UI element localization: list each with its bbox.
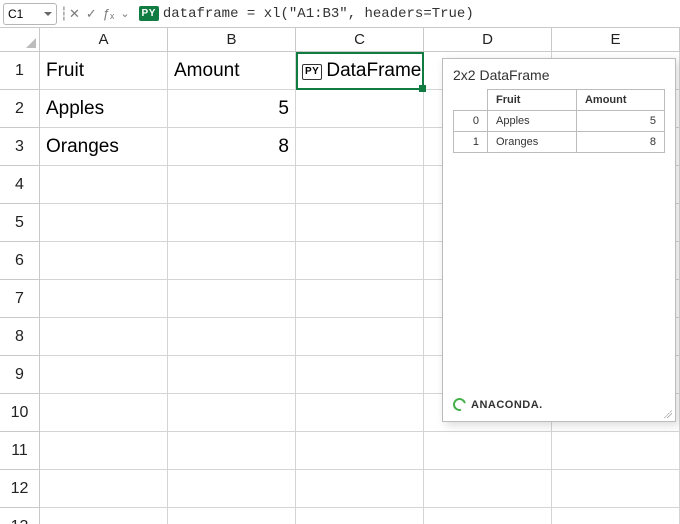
row-header-12[interactable]: 12: [0, 470, 40, 508]
cell-B1[interactable]: Amount: [168, 52, 296, 90]
cell-A8[interactable]: [40, 318, 168, 356]
anaconda-logo-icon: [451, 396, 469, 414]
cell-C4[interactable]: [296, 166, 424, 204]
py-dropdown-caret-icon[interactable]: ⌄: [117, 7, 132, 20]
row-header-4[interactable]: 4: [0, 166, 40, 204]
row-header-8[interactable]: 8: [0, 318, 40, 356]
formula-bar: C1 ┆ ✕ ✓ ƒₓ ⌄ PY dataframe = xl("A1:B3",…: [0, 0, 680, 28]
cell-C1[interactable]: PYDataFrame: [296, 52, 424, 90]
cell-C2[interactable]: [296, 90, 424, 128]
cell-A5[interactable]: [40, 204, 168, 242]
cell-D11[interactable]: [424, 432, 552, 470]
row-headers: 1 2 3 4 5 6 7 8 9 10 11 12 13: [0, 52, 40, 524]
cell-B12[interactable]: [168, 470, 296, 508]
col-header-B[interactable]: B: [168, 28, 296, 52]
cell-C11[interactable]: [296, 432, 424, 470]
name-box-ref: C1: [8, 7, 23, 21]
chevron-down-icon: [44, 12, 52, 16]
resize-grip-icon[interactable]: [662, 408, 672, 418]
row-header-5[interactable]: 5: [0, 204, 40, 242]
cell-C10[interactable]: [296, 394, 424, 432]
cell-A7[interactable]: [40, 280, 168, 318]
anaconda-brand: ANACONDA.: [453, 398, 543, 411]
cell-A9[interactable]: [40, 356, 168, 394]
select-all-corner[interactable]: [0, 28, 40, 52]
df-col-fruit: Fruit: [488, 90, 577, 111]
df-cell: Apples: [488, 111, 577, 132]
name-box[interactable]: C1: [3, 3, 57, 25]
row-header-1[interactable]: 1: [0, 52, 40, 90]
cell-A4[interactable]: [40, 166, 168, 204]
cell-A10[interactable]: [40, 394, 168, 432]
dataframe-preview-popover: 2x2 DataFrame Fruit Amount 0 Apples 5 1 …: [442, 58, 676, 422]
cell-E11[interactable]: [552, 432, 680, 470]
row-header-9[interactable]: 9: [0, 356, 40, 394]
row-header-11[interactable]: 11: [0, 432, 40, 470]
popover-title: 2x2 DataFrame: [443, 59, 675, 89]
cell-C1-text: DataFrame: [326, 60, 421, 81]
cell-C13[interactable]: [296, 508, 424, 524]
df-col-amount: Amount: [576, 90, 664, 111]
cell-B11[interactable]: [168, 432, 296, 470]
cell-B3[interactable]: 8: [168, 128, 296, 166]
cancel-icon[interactable]: ✕: [66, 6, 83, 22]
cell-B4[interactable]: [168, 166, 296, 204]
row-header-13[interactable]: 13: [0, 508, 40, 524]
cell-E13[interactable]: [552, 508, 680, 524]
cell-C8[interactable]: [296, 318, 424, 356]
col-header-D[interactable]: D: [424, 28, 552, 52]
df-index-header: [454, 90, 488, 111]
accept-icon[interactable]: ✓: [83, 6, 100, 22]
cell-B6[interactable]: [168, 242, 296, 280]
row-header-2[interactable]: 2: [0, 90, 40, 128]
row-header-6[interactable]: 6: [0, 242, 40, 280]
cell-B2[interactable]: 5: [168, 90, 296, 128]
cell-A13[interactable]: [40, 508, 168, 524]
cell-C7[interactable]: [296, 280, 424, 318]
table-row: 1 Oranges 8: [454, 132, 665, 153]
col-header-C[interactable]: C: [296, 28, 424, 52]
cell-D12[interactable]: [424, 470, 552, 508]
python-badge: PY: [139, 6, 159, 21]
cell-A6[interactable]: [40, 242, 168, 280]
cell-A1[interactable]: Fruit: [40, 52, 168, 90]
cell-B5[interactable]: [168, 204, 296, 242]
cell-B13[interactable]: [168, 508, 296, 524]
col-header-A[interactable]: A: [40, 28, 168, 52]
df-cell: 5: [576, 111, 664, 132]
formula-input[interactable]: dataframe = xl("A1:B3", headers=True): [163, 6, 474, 22]
cell-B7[interactable]: [168, 280, 296, 318]
table-row: 0 Apples 5: [454, 111, 665, 132]
anaconda-text: ANACONDA.: [471, 399, 543, 411]
row-header-7[interactable]: 7: [0, 280, 40, 318]
cell-A12[interactable]: [40, 470, 168, 508]
cell-D13[interactable]: [424, 508, 552, 524]
col-header-E[interactable]: E: [552, 28, 680, 52]
df-idx-1: 1: [454, 132, 488, 153]
cell-B9[interactable]: [168, 356, 296, 394]
dataframe-table: Fruit Amount 0 Apples 5 1 Oranges 8: [453, 89, 665, 153]
cell-B8[interactable]: [168, 318, 296, 356]
column-headers: A B C D E: [40, 28, 680, 52]
cell-B10[interactable]: [168, 394, 296, 432]
cell-C3[interactable]: [296, 128, 424, 166]
df-idx-0: 0: [454, 111, 488, 132]
spreadsheet-grid: A B C D E 1 2 3 4 5 6 7 8 9 10 11 12 13 …: [0, 28, 680, 524]
row-header-10[interactable]: 10: [0, 394, 40, 432]
df-cell: Oranges: [488, 132, 577, 153]
cell-A2[interactable]: Apples: [40, 90, 168, 128]
fx-icon[interactable]: ƒₓ: [100, 6, 118, 21]
df-cell: 8: [576, 132, 664, 153]
cell-C12[interactable]: [296, 470, 424, 508]
python-cell-icon: PY: [302, 64, 322, 80]
cell-A3[interactable]: Oranges: [40, 128, 168, 166]
cell-C6[interactable]: [296, 242, 424, 280]
cell-A11[interactable]: [40, 432, 168, 470]
cell-C5[interactable]: [296, 204, 424, 242]
row-header-3[interactable]: 3: [0, 128, 40, 166]
cell-C9[interactable]: [296, 356, 424, 394]
cell-E12[interactable]: [552, 470, 680, 508]
